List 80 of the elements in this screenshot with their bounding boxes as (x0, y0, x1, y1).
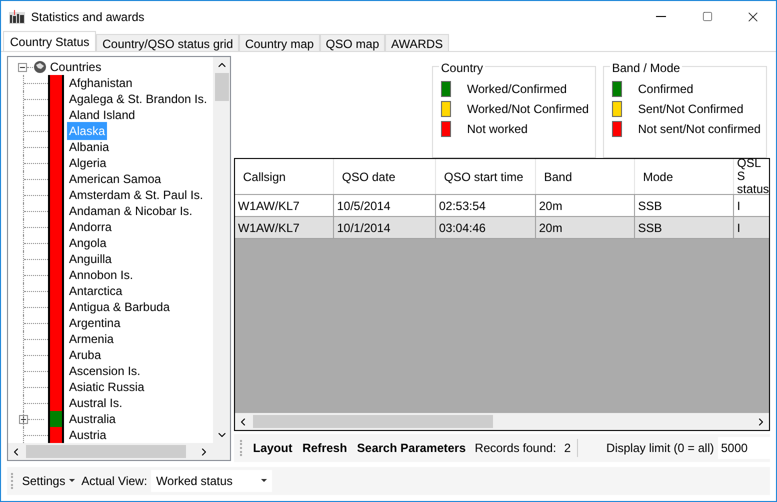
table-cell: 20m (536, 195, 635, 216)
tree-item[interactable]: Afghanistan (67, 74, 134, 92)
toolbar-button[interactable]: Search Parameters (352, 439, 471, 457)
tree-item[interactable]: Antarctica (67, 282, 124, 300)
legend-label: Not sent/Not confirmed (638, 121, 761, 138)
tree-item[interactable]: Argentina (67, 314, 122, 332)
scroll-thumb[interactable] (214, 73, 228, 101)
caret-icon (261, 479, 268, 483)
caret-icon (69, 479, 76, 483)
maximize-icon (702, 11, 712, 22)
tab[interactable]: Country Status (3, 31, 96, 51)
records-label: Records found: (474, 440, 556, 457)
app-logo-icon (9, 10, 25, 24)
table-cell: 03:04:46 (436, 217, 536, 238)
tree-item[interactable]: Anguilla (67, 250, 114, 268)
table-row[interactable]: W1AW/KL7 10/5/2014 02:53:54 20m SSB I (235, 195, 769, 217)
tab[interactable]: Country/QSO status grid (96, 34, 240, 51)
tree-item[interactable]: Australia (67, 410, 118, 428)
tree-item[interactable]: Algeria (67, 154, 108, 172)
tree-item[interactable]: Agalega & St. Brandon Is. (67, 90, 210, 108)
tree-item[interactable]: Aland Island (67, 106, 138, 124)
tree-item[interactable]: Ascension Is. (67, 362, 142, 380)
table-cell: I (734, 195, 769, 216)
tree-item[interactable]: Angola (67, 234, 108, 252)
minimize-icon (656, 16, 666, 17)
vertical-scrollbar[interactable] (213, 57, 230, 443)
scroll-thumb[interactable] (26, 445, 186, 458)
horizontal-scrollbar[interactable] (235, 413, 769, 430)
column-header[interactable]: Band (536, 159, 635, 194)
table-cell: W1AW/KL7 (235, 217, 334, 238)
toolbar-button[interactable]: Layout (248, 439, 298, 457)
column-header[interactable]: Callsign (235, 159, 334, 194)
legend-label: Confirmed (638, 81, 694, 98)
table-row[interactable]: W1AW/KL7 10/1/2014 03:04:46 20m SSB I (235, 217, 769, 239)
tree-item[interactable]: American Samoa (67, 170, 164, 188)
table-cell: 10/1/2014 (334, 217, 436, 238)
column-header[interactable]: QSO date (334, 159, 436, 194)
legend-label: Sent/Not Confirmed (638, 101, 744, 118)
tree-item[interactable]: Albania (67, 138, 112, 156)
limit-label: Display limit (0 = all) (606, 440, 714, 457)
tree-item[interactable]: Countries (50, 58, 102, 76)
legend-label: Worked/Confirmed (467, 81, 567, 98)
plus-icon (21, 416, 26, 422)
toolbar-button[interactable]: Refresh (297, 439, 352, 457)
column-header[interactable]: QSO start time (436, 159, 536, 194)
settings-dropdown[interactable]: Settings (19, 472, 78, 490)
view-select[interactable]: Worked status (151, 470, 272, 492)
table-cell: I (734, 217, 769, 238)
tree-item[interactable]: Austria (67, 426, 108, 443)
tab[interactable]: QSO map (320, 34, 386, 51)
tab[interactable]: Country map (239, 34, 320, 51)
expand-toggle[interactable] (19, 414, 28, 424)
table-cell: 10/5/2014 (334, 195, 436, 216)
table-cell: SSB (635, 195, 734, 216)
table-cell: W1AW/KL7 (235, 195, 334, 216)
records-count: 2 (564, 440, 571, 457)
limit-field[interactable]: 5000 (718, 437, 770, 459)
column-header[interactable]: Mode (635, 159, 734, 194)
tree-item[interactable]: Antigua & Barbuda (67, 298, 172, 316)
tree-item[interactable]: Austral Is. (67, 394, 124, 412)
tree-item[interactable]: Andorra (67, 218, 114, 236)
legend-label: Worked/Not Confirmed (467, 101, 589, 118)
window-title: Statistics and awards (31, 8, 144, 26)
tree-item[interactable]: Aruba (67, 346, 104, 364)
tree-item[interactable]: Andaman & Nicobar Is. (67, 202, 194, 220)
tree-item[interactable]: Asiatic Russia (67, 378, 146, 396)
tree-item[interactable]: Annobon Is. (67, 266, 136, 284)
globe-icon (33, 60, 47, 74)
horizontal-scrollbar[interactable] (8, 443, 230, 460)
tree-item[interactable]: Armenia (67, 330, 116, 348)
collapse-toggle[interactable] (18, 62, 27, 72)
tree-item[interactable]: Amsterdam & St. Paul Is. (67, 186, 206, 204)
table-cell: 20m (536, 217, 635, 238)
table-cell: SSB (635, 217, 734, 238)
minus-icon (20, 64, 25, 70)
view-label: Actual View: (81, 473, 148, 490)
table-cell: 02:53:54 (436, 195, 536, 216)
tab[interactable]: AWARDS (385, 34, 449, 51)
legend-label: Not worked (467, 121, 528, 138)
scroll-thumb[interactable] (253, 415, 493, 428)
